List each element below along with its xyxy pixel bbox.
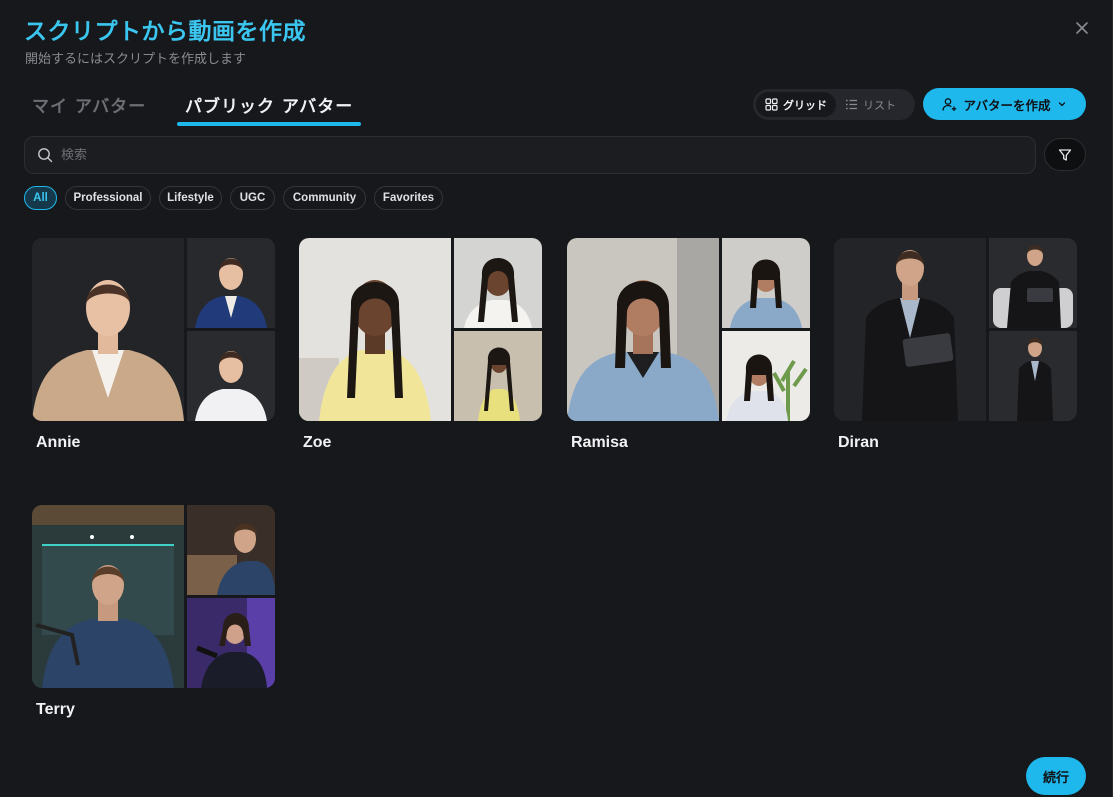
view-toggle: グリッド リスト [753, 89, 915, 120]
avatar-thumbnail [32, 238, 275, 421]
dialog-title: スクリプトから動画を作成 [24, 19, 306, 45]
avatar-photo [187, 238, 275, 328]
avatar-photo [567, 238, 719, 421]
avatar-photo [32, 505, 184, 688]
avatar-photo [299, 238, 451, 421]
avatar-photo [989, 331, 1077, 421]
close-button[interactable] [1070, 16, 1094, 40]
avatar-thumbnail [567, 238, 810, 421]
avatar-photo [722, 238, 810, 328]
tab-my-avatars[interactable]: マイ アバター [24, 86, 154, 124]
chip-favorites[interactable]: Favorites [374, 186, 443, 210]
search-icon [38, 148, 53, 163]
avatar-thumbnail [32, 505, 275, 688]
create-avatar-label: アバターを作成 [963, 97, 1051, 113]
search-box [24, 136, 1036, 174]
continue-button[interactable]: 続行 [1026, 757, 1086, 795]
avatar-photo [454, 331, 542, 421]
chip-ugc[interactable]: UGC [230, 186, 275, 210]
chip-professional[interactable]: Professional [65, 186, 151, 210]
avatar-photo [187, 598, 275, 688]
avatar-photo [454, 238, 542, 328]
avatar-photo [722, 331, 810, 421]
list-view-label: リスト [863, 98, 896, 112]
chip-lifestyle[interactable]: Lifestyle [159, 186, 222, 210]
chevron-down-icon [1058, 102, 1065, 107]
chip-all[interactable]: All [24, 186, 57, 210]
filter-button[interactable] [1044, 138, 1086, 171]
close-icon [1076, 22, 1088, 34]
tab-public-avatars[interactable]: パブリック アバター [177, 86, 362, 126]
filter-icon [1058, 148, 1072, 161]
grid-icon [765, 98, 778, 111]
avatar-thumbnail [834, 238, 1077, 421]
avatar-photo [834, 238, 986, 421]
grid-view-button[interactable]: グリッド [756, 92, 836, 117]
avatar-photo [989, 238, 1077, 328]
grid-view-label: グリッド [783, 98, 827, 112]
avatar-photo [32, 238, 184, 421]
chip-community[interactable]: Community [283, 186, 366, 210]
avatar-thumbnail [299, 238, 542, 421]
search-input[interactable] [61, 147, 961, 163]
avatar-name: Zoe [303, 434, 332, 451]
create-avatar-button[interactable]: アバターを作成 [923, 88, 1086, 120]
list-icon [845, 99, 857, 110]
avatar-name: Ramisa [571, 434, 628, 451]
avatar-name: Terry [36, 701, 75, 718]
avatar-photo [187, 331, 275, 421]
avatar-name: Annie [36, 434, 81, 451]
add-user-icon [942, 97, 957, 111]
list-view-button[interactable]: リスト [836, 92, 905, 117]
create-from-script-dialog: スクリプトから動画を作成 開始するにはスクリプトを作成します マイ アバター パ… [0, 0, 1113, 797]
avatar-name: Diran [838, 434, 879, 451]
dialog-subtitle: 開始するにはスクリプトを作成します [25, 52, 247, 67]
avatar-photo [187, 505, 275, 595]
